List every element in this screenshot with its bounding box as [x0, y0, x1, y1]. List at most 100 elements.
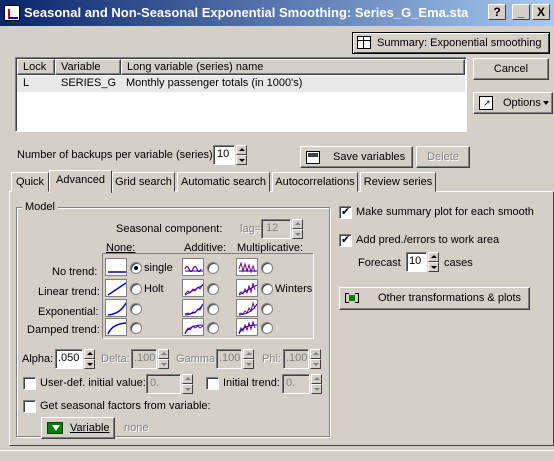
initial-trend-label: Initial trend: — [223, 377, 280, 389]
seasonal-component-label: Seasonal component: — [116, 223, 223, 235]
cell-variable: SERIES_G — [61, 77, 117, 89]
tab-review-series[interactable]: Review series — [360, 172, 436, 192]
status-strip — [0, 450, 554, 461]
user-initial-stepper[interactable] — [182, 374, 193, 394]
radio-exponential-multiplicative[interactable] — [261, 303, 273, 315]
row-label-damped-trend: Damped trend: — [27, 324, 100, 336]
delta-stepper[interactable] — [158, 349, 169, 369]
radio-linear-trend-multiplicative[interactable] — [261, 283, 273, 295]
other-transformations-label: Other transformations & plots — [378, 292, 522, 304]
variable-button[interactable]: Variable — [41, 417, 115, 439]
column-header-lock[interactable]: Lock — [17, 59, 55, 75]
row-label-exponential: Exponential: — [38, 306, 99, 318]
table-header: Lock Variable Long variable (series) nam… — [17, 59, 465, 75]
damped-none-chart-icon — [105, 318, 127, 336]
add-pred-checkbox[interactable] — [339, 233, 352, 247]
user-initial-checkbox[interactable] — [23, 377, 36, 390]
tab-quick[interactable]: Quick — [11, 172, 49, 192]
save-variables-button[interactable]: Save variables — [300, 146, 413, 168]
options-label: Options — [503, 97, 541, 109]
radio-linear-trend-none[interactable] — [130, 283, 142, 295]
tab-grid-search[interactable]: Grid search — [112, 172, 175, 192]
radio-no-trend-multiplicative[interactable] — [261, 262, 273, 274]
damped-additive-chart-icon — [182, 318, 204, 336]
exponential-none-chart-icon — [105, 299, 127, 317]
help-button[interactable]: ? — [488, 4, 506, 20]
variable-icon — [47, 422, 63, 434]
radio-linear-trend-additive[interactable] — [207, 283, 219, 295]
transform-icon — [345, 291, 359, 306]
gamma-input[interactable]: .100 — [216, 349, 242, 369]
winters-label: Winters — [275, 283, 313, 295]
radio-no-trend-none[interactable] — [130, 262, 142, 274]
holt-label: Holt — [144, 283, 164, 295]
radio-damped-additive[interactable] — [207, 322, 219, 334]
linear-trend-multiplicative-chart-icon — [236, 279, 258, 297]
radio-damped-none[interactable] — [130, 322, 142, 334]
cases-label: cases — [444, 257, 473, 269]
initial-trend-input[interactable]: 0. — [282, 374, 310, 394]
alpha-input[interactable]: .050 — [55, 349, 83, 369]
variable-table[interactable]: Lock Variable Long variable (series) nam… — [15, 57, 467, 132]
column-header-variable[interactable]: Variable — [55, 59, 121, 75]
save-icon — [306, 151, 320, 164]
radio-damped-multiplicative[interactable] — [261, 322, 273, 334]
variable-button-label: Variable — [70, 422, 110, 434]
lag-stepper[interactable] — [292, 219, 303, 239]
table-row[interactable]: L SERIES_G Monthly passenger totals (in … — [17, 76, 465, 92]
linear-trend-none-chart-icon — [105, 279, 127, 297]
radio-exponential-none[interactable] — [130, 303, 142, 315]
delete-button[interactable]: Delete — [416, 146, 470, 168]
options-icon: ↗ — [479, 96, 493, 110]
tab-automatic-search[interactable]: Automatic search — [177, 172, 270, 192]
radio-no-trend-additive[interactable] — [207, 262, 219, 274]
tab-autocorrelations[interactable]: Autocorrelations — [272, 172, 358, 192]
forecast-input[interactable]: 10 — [406, 252, 427, 272]
title-bar: Seasonal and Non-Seasonal Exponential Sm… — [0, 0, 554, 26]
summary-plot-checkbox[interactable] — [339, 205, 352, 219]
forecast-stepper[interactable] — [428, 252, 439, 272]
damped-multiplicative-chart-icon — [236, 318, 258, 336]
options-button[interactable]: ↗ Options — [473, 92, 553, 114]
initial-trend-stepper[interactable] — [311, 374, 322, 394]
summary-button[interactable]: Summary: Exponential smoothing — [352, 32, 550, 54]
exponential-additive-chart-icon — [182, 299, 204, 317]
other-transformations-button[interactable]: Other transformations & plots — [339, 287, 530, 310]
summary-label: Summary: Exponential smoothing — [377, 37, 542, 49]
alpha-stepper[interactable] — [84, 349, 95, 369]
gamma-stepper[interactable] — [243, 349, 254, 369]
linear-trend-additive-chart-icon — [182, 279, 204, 297]
seasonal-factors-checkbox[interactable] — [23, 400, 36, 413]
forecast-label: Forecast — [358, 257, 401, 269]
cancel-button[interactable]: Cancel — [473, 58, 549, 80]
initial-trend-checkbox[interactable] — [206, 377, 219, 390]
user-initial-label: User-def. initial value: — [40, 377, 146, 389]
cell-long-name: Monthly passenger totals (in 1000's) — [126, 77, 303, 89]
gamma-label: Gamma: — [176, 353, 219, 365]
alpha-label: Alpha: — [22, 353, 54, 365]
seasonal-factors-label: Get seasonal factors from variable: — [40, 400, 211, 412]
tab-advanced[interactable]: Advanced — [49, 170, 112, 193]
close-button[interactable]: X — [532, 4, 550, 20]
no-trend-multiplicative-chart-icon — [236, 258, 258, 276]
row-label-no-trend: No trend: — [52, 266, 98, 278]
radio-exponential-additive[interactable] — [207, 303, 219, 315]
column-header-long-name[interactable]: Long variable (series) name — [121, 59, 465, 75]
row-label-linear-trend: Linear trend: — [38, 286, 100, 298]
backups-stepper[interactable] — [236, 145, 247, 165]
no-trend-additive-chart-icon — [182, 258, 204, 276]
cell-lock: L — [23, 77, 30, 89]
phi-input[interactable]: .100 — [283, 349, 309, 369]
delta-label: Delta: — [101, 353, 130, 365]
app-icon — [4, 5, 20, 21]
window-title: Seasonal and Non-Seasonal Exponential Sm… — [24, 5, 469, 20]
phi-stepper[interactable] — [310, 349, 321, 369]
delta-input[interactable]: .100 — [131, 349, 157, 369]
table-icon — [357, 36, 371, 49]
minimize-button[interactable]: _ — [512, 4, 530, 20]
backups-input[interactable]: 10 — [213, 145, 235, 165]
lag-label: lag= — [240, 223, 262, 235]
user-initial-input[interactable]: 0. — [146, 374, 181, 394]
add-pred-label: Add pred./errors to work area — [356, 234, 500, 246]
lag-input[interactable]: 12 — [261, 219, 291, 239]
